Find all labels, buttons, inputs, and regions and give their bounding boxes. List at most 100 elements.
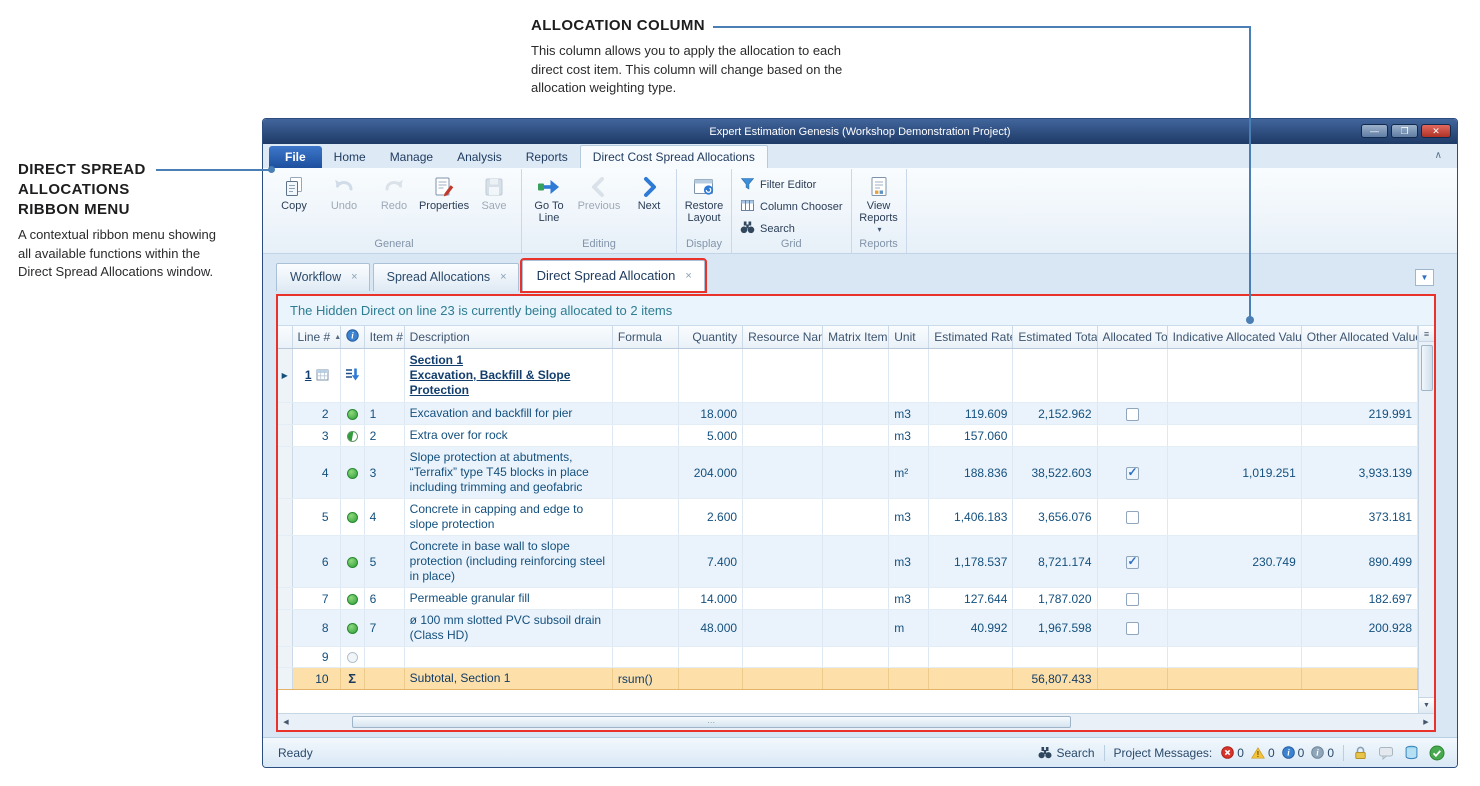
indicative-allocated-value-cell[interactable]	[1167, 647, 1301, 668]
indicative-allocated-value-cell[interactable]	[1167, 349, 1301, 403]
resource-name-cell[interactable]	[743, 536, 823, 588]
matrix-item-cell[interactable]	[823, 447, 889, 499]
estimated-total-cell[interactable]: 8,721.174	[1013, 536, 1097, 588]
column-header-indic[interactable]: Indicative Allocated Value	[1167, 326, 1301, 349]
formula-cell[interactable]	[612, 610, 678, 647]
tab-workflow[interactable]: Workflow×	[276, 263, 370, 291]
column-header-rate[interactable]: Estimated Rate	[929, 326, 1013, 349]
allocated-to-cell[interactable]	[1097, 349, 1167, 403]
column-header-total[interactable]: Estimated Total	[1013, 326, 1097, 349]
line-number-cell[interactable]: 10	[292, 668, 340, 690]
estimated-rate-cell[interactable]: 127.644	[929, 588, 1013, 610]
unit-cell[interactable]	[889, 647, 929, 668]
status-cell[interactable]	[340, 403, 364, 425]
estimated-total-cell[interactable]: 38,522.603	[1013, 447, 1097, 499]
column-header-matrix[interactable]: Matrix Item	[823, 326, 889, 349]
indicative-allocated-value-cell[interactable]: 1,019.251	[1167, 447, 1301, 499]
description-cell[interactable]: Excavation and backfill for pier	[404, 403, 612, 425]
resource-name-cell[interactable]	[743, 647, 823, 668]
allocation-checkbox[interactable]	[1126, 622, 1139, 635]
tab-direct-spread-allocation[interactable]: Direct Spread Allocation×	[522, 260, 705, 291]
description-cell[interactable]: Subtotal, Section 1	[404, 668, 612, 690]
ribbon-tab-manage[interactable]: Manage	[378, 146, 445, 168]
other-allocated-value-cell[interactable]	[1301, 349, 1417, 403]
unit-cell[interactable]: m3	[889, 425, 929, 447]
other-allocated-value-cell[interactable]: 182.697	[1301, 588, 1417, 610]
formula-cell[interactable]	[612, 425, 678, 447]
other-allocated-value-cell[interactable]: 373.181	[1301, 499, 1417, 536]
grid-row-line-5[interactable]: 54Concrete in capping and edge to slope …	[278, 499, 1418, 536]
allocated-to-cell[interactable]	[1097, 536, 1167, 588]
estimated-rate-cell[interactable]: 119.609	[929, 403, 1013, 425]
description-cell[interactable]: Section 1 Excavation, Backfill & Slope P…	[404, 349, 612, 403]
tab-spread-allocations[interactable]: Spread Allocations×	[373, 263, 519, 291]
item-number-cell[interactable]	[364, 647, 404, 668]
quantity-cell[interactable]	[679, 668, 743, 690]
indicative-allocated-value-cell[interactable]	[1167, 403, 1301, 425]
estimated-total-cell[interactable]	[1013, 349, 1097, 403]
go-to-line-button[interactable]: Go To Line	[524, 169, 574, 225]
check-circle-icon[interactable]	[1429, 745, 1445, 761]
other-allocated-value-cell[interactable]: 3,933.139	[1301, 447, 1417, 499]
comments-icon[interactable]	[1378, 746, 1394, 760]
column-header-indicator[interactable]	[278, 326, 292, 349]
other-allocated-value-cell[interactable]: 890.499	[1301, 536, 1417, 588]
ribbon-tab-analysis[interactable]: Analysis	[445, 146, 514, 168]
other-allocated-value-cell[interactable]	[1301, 425, 1417, 447]
estimated-rate-cell[interactable]	[929, 668, 1013, 690]
estimated-rate-cell[interactable]: 40.992	[929, 610, 1013, 647]
column-header-status[interactable]: i	[340, 326, 364, 349]
line-number-cell[interactable]: 1	[292, 349, 340, 403]
close-tab-icon[interactable]: ×	[685, 270, 691, 282]
formula-cell[interactable]	[612, 447, 678, 499]
column-header-item[interactable]: Item #	[364, 326, 404, 349]
close-tab-icon[interactable]: ×	[500, 271, 506, 283]
scroll-left-button[interactable]: ◀	[278, 714, 294, 730]
database-icon[interactable]	[1404, 745, 1419, 760]
description-cell[interactable]: ø 100 mm slotted PVC subsoil drain (Clas…	[404, 610, 612, 647]
allocation-checkbox[interactable]	[1126, 556, 1139, 569]
allocated-to-cell[interactable]	[1097, 447, 1167, 499]
estimated-rate-cell[interactable]: 188.836	[929, 447, 1013, 499]
formula-cell[interactable]	[612, 403, 678, 425]
maximize-button[interactable]: ❐	[1391, 124, 1418, 138]
ribbon-tab-direct-cost-spread-allocations[interactable]: Direct Cost Spread Allocations	[580, 145, 768, 168]
estimated-rate-cell[interactable]: 1,178.537	[929, 536, 1013, 588]
item-number-cell[interactable]: 5	[364, 536, 404, 588]
formula-cell[interactable]	[612, 536, 678, 588]
quantity-cell[interactable]: 2.600	[679, 499, 743, 536]
unit-cell[interactable]: m3	[889, 499, 929, 536]
status-cell[interactable]	[340, 425, 364, 447]
properties-button[interactable]: Properties	[419, 169, 469, 213]
resource-name-cell[interactable]	[743, 403, 823, 425]
quantity-cell[interactable]: 14.000	[679, 588, 743, 610]
description-cell[interactable]: Extra over for rock	[404, 425, 612, 447]
allocated-to-cell[interactable]	[1097, 403, 1167, 425]
estimated-total-cell[interactable]: 1,967.598	[1013, 610, 1097, 647]
column-header-line[interactable]: Line #▲	[292, 326, 340, 349]
indicative-allocated-value-cell[interactable]	[1167, 610, 1301, 647]
item-number-cell[interactable]: 7	[364, 610, 404, 647]
indicative-allocated-value-cell[interactable]	[1167, 588, 1301, 610]
grid-row-line-4[interactable]: 43Slope protection at abutments, “Terraf…	[278, 447, 1418, 499]
column-header-alloc[interactable]: Allocated To	[1097, 326, 1167, 349]
quantity-cell[interactable]: 7.400	[679, 536, 743, 588]
indicative-allocated-value-cell[interactable]	[1167, 425, 1301, 447]
resource-name-cell[interactable]	[743, 349, 823, 403]
resource-name-cell[interactable]	[743, 610, 823, 647]
estimated-total-cell[interactable]: 3,656.076	[1013, 499, 1097, 536]
estimated-total-cell[interactable]	[1013, 647, 1097, 668]
grid-row-line-1[interactable]: ▶1Section 1 Excavation, Backfill & Slope…	[278, 349, 1418, 403]
description-cell[interactable]: Permeable granular fill	[404, 588, 612, 610]
item-number-cell[interactable]	[364, 349, 404, 403]
column-header-unit[interactable]: Unit	[889, 326, 929, 349]
status-cell[interactable]	[340, 588, 364, 610]
line-number-cell[interactable]: 4	[292, 447, 340, 499]
status-cell[interactable]	[340, 349, 364, 403]
quantity-cell[interactable]	[679, 647, 743, 668]
quantity-cell[interactable]	[679, 349, 743, 403]
matrix-item-cell[interactable]	[823, 425, 889, 447]
column-header-other[interactable]: Other Allocated Value	[1301, 326, 1417, 349]
line-number-cell[interactable]: 2	[292, 403, 340, 425]
grid-row-line-9[interactable]: 9	[278, 647, 1418, 668]
